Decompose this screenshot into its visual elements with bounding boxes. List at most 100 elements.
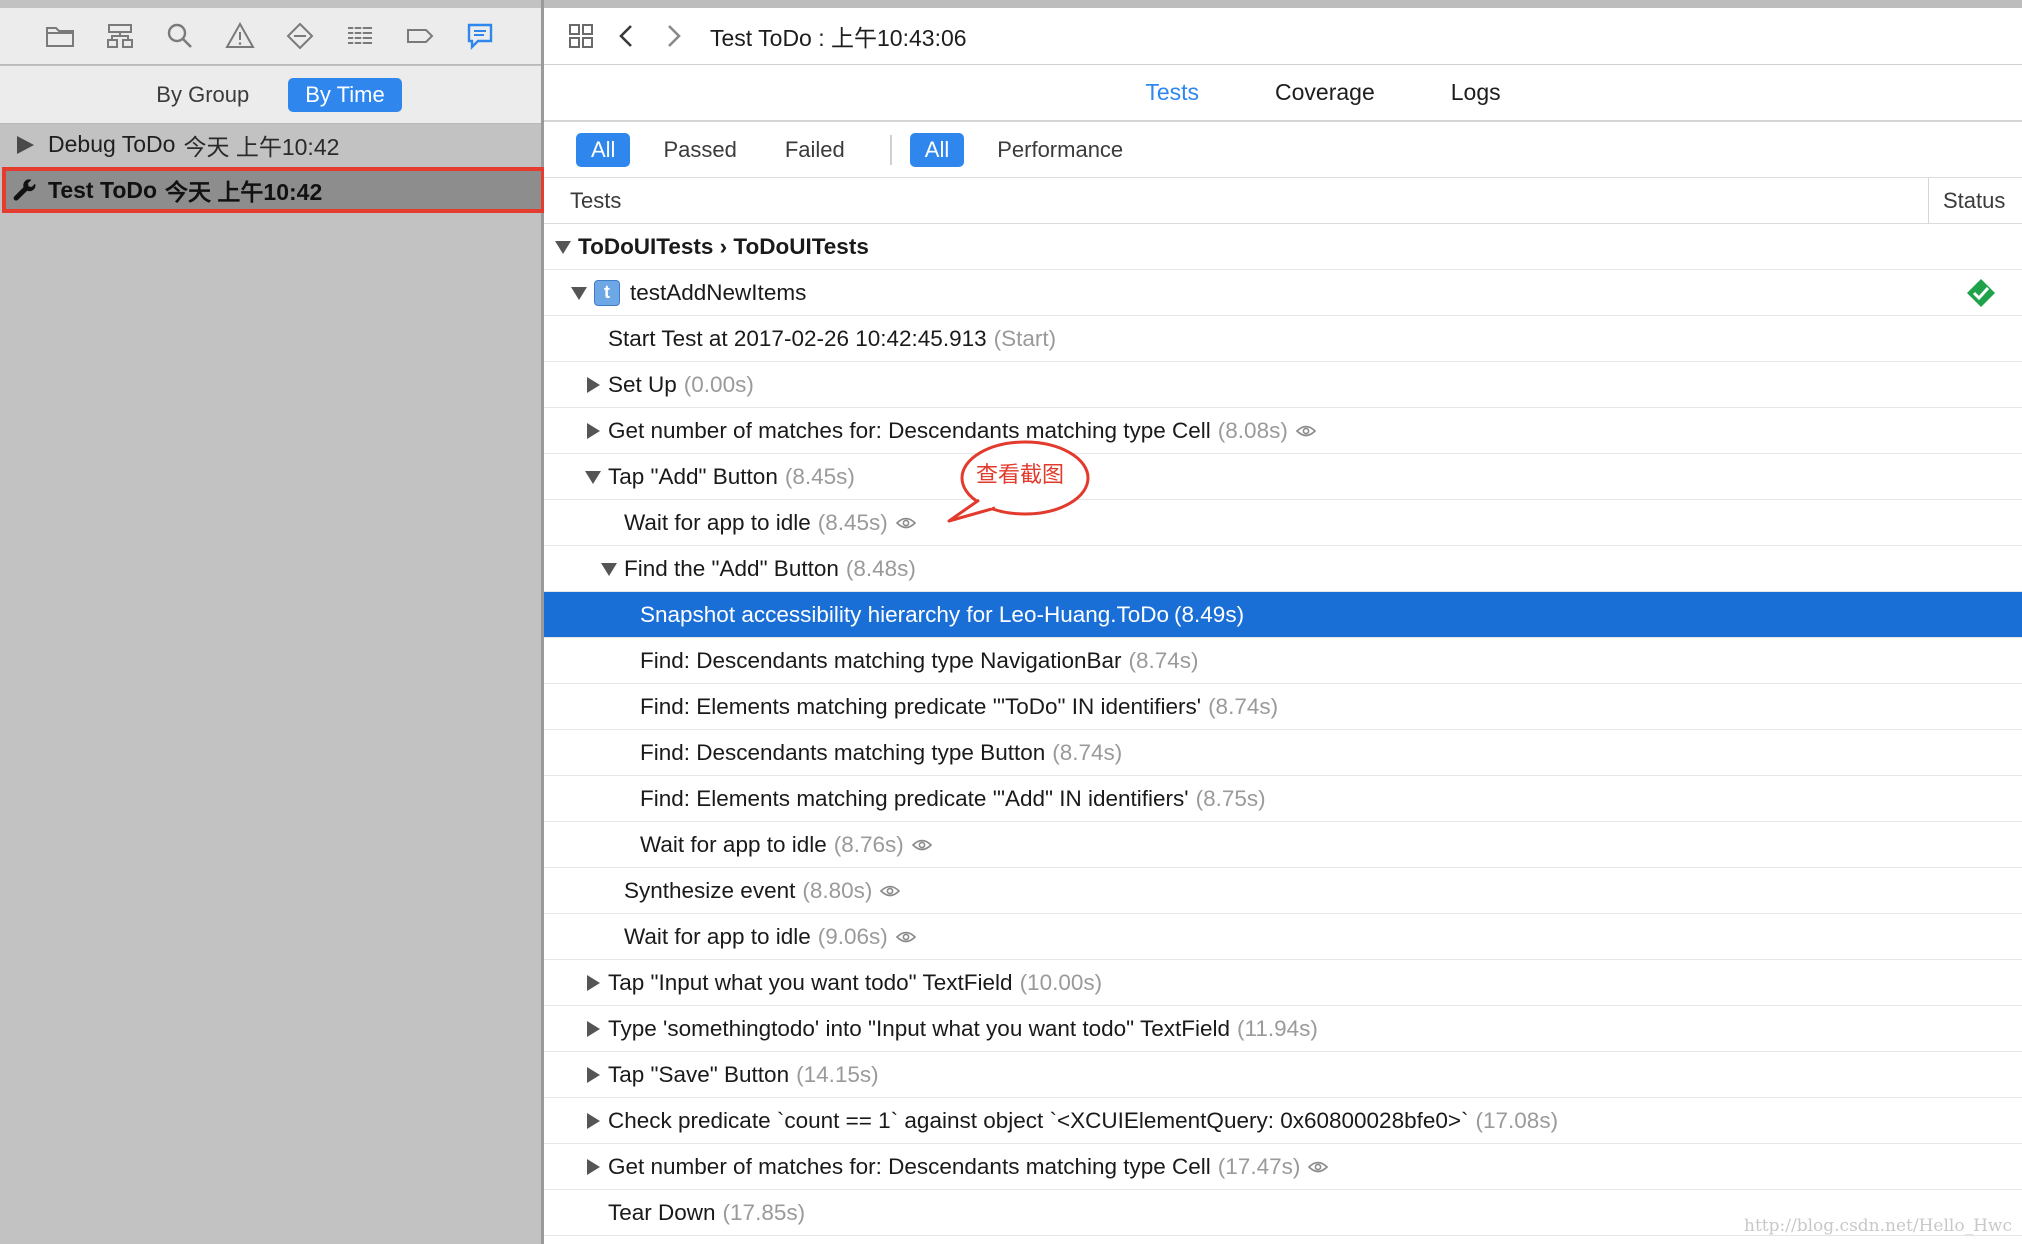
scope-divider [889, 134, 892, 165]
activity-row[interactable]: Start Test at 2017-02-26 10:42:45.913 (St… [544, 316, 2022, 362]
filter-all-results-button[interactable]: All [576, 132, 631, 167]
activity-title: Start Test at 2017-02-26 10:42:45.913 [608, 325, 987, 351]
related-items-grid-icon[interactable] [558, 16, 604, 56]
activity-row[interactable]: Tap "Save" Button (14.15s) [544, 1052, 2022, 1098]
search-icon[interactable] [150, 16, 210, 56]
column-tests-header[interactable]: Tests [544, 188, 621, 214]
activity-row[interactable]: Check predicate `count == 1` against obj… [544, 1098, 2022, 1144]
activity-duration: (Start) [993, 325, 1057, 351]
activity-duration: (10.00s) [1019, 969, 1103, 995]
filter-passed-button[interactable]: Passed [648, 133, 751, 167]
disclosure-collapsed-icon[interactable] [584, 974, 602, 992]
activity-row[interactable]: Tap "Input what you want todo" TextField… [544, 960, 2022, 1006]
activity-title: Wait for app to idle [624, 509, 811, 535]
activity-title: Find: Elements matching predicate '"Add"… [640, 785, 1189, 811]
by-group-button[interactable]: By Group [139, 78, 266, 112]
activity-duration: (8.74s) [1208, 693, 1279, 719]
back-chevron-icon[interactable] [604, 16, 650, 56]
quick-look-eye-icon[interactable] [1308, 1160, 1329, 1174]
report-list: Debug ToDo 今天 上午10:42 Test ToDo 今天 上午10:… [0, 124, 545, 213]
quick-look-eye-icon[interactable] [895, 930, 916, 944]
quick-look-eye-icon[interactable] [911, 838, 932, 852]
activity-row[interactable]: Find the "Add" Button (8.48s) [544, 546, 2022, 592]
activity-row[interactable]: Find: Descendants matching type Button (8… [544, 730, 2022, 776]
jump-bar: Test ToDo : 上午10:43:06 [544, 8, 2022, 65]
jump-bar-title[interactable]: Test ToDo : 上午10:43:06 [710, 19, 967, 53]
activity-title: Find the "Add" Button [624, 555, 839, 581]
disclosure-collapsed-icon[interactable] [584, 1020, 602, 1038]
activity-row[interactable]: Find: Elements matching predicate '"ToDo… [544, 684, 2022, 730]
activity-title: Tear Down [608, 1199, 716, 1225]
disclosure-expanded-icon[interactable] [600, 560, 618, 578]
report-tab-bar: Tests Coverage Logs [544, 65, 2022, 122]
activity-duration: (8.45s) [817, 509, 888, 535]
activity-row[interactable]: Get number of matches for: Descendants m… [544, 408, 2022, 454]
disclosure-collapsed-icon[interactable] [584, 1112, 602, 1130]
activity-row[interactable]: Wait for app to idle (8.76s) [544, 822, 2022, 868]
activity-row[interactable]: Set Up (0.00s) [544, 362, 2022, 408]
activity-duration: (8.74s) [1128, 647, 1199, 673]
activity-duration: (8.49s) [1174, 601, 1245, 627]
activity-row[interactable]: Get number of matches for: Descendants m… [544, 1144, 2022, 1190]
quick-look-eye-icon[interactable] [1295, 424, 1316, 438]
activity-duration: (11.94s) [1237, 1015, 1318, 1041]
activity-row[interactable]: t testAddNewItems [544, 270, 2022, 316]
activity-row[interactable]: ToDoUITests › ToDoUITests [544, 224, 2022, 270]
disclosure-collapsed-icon[interactable] [584, 1158, 602, 1176]
activity-row[interactable]: Find: Descendants matching type Navigati… [544, 638, 2022, 684]
filter-all-types-button[interactable]: All [909, 132, 965, 167]
activity-title: Tap "Input what you want todo" TextField [608, 969, 1013, 995]
activity-duration: (8.74s) [1052, 739, 1123, 765]
activity-row[interactable]: Snapshot accessibility hierarchy for Leo… [544, 592, 2022, 638]
activity-row[interactable]: Wait for app to idle (8.45s) [544, 500, 2022, 546]
activity-duration: (17.85s) [722, 1199, 806, 1225]
activity-title: Snapshot accessibility hierarchy for Leo… [640, 601, 1170, 627]
filter-performance-button[interactable]: Performance [982, 133, 1138, 167]
activity-duration: (8.75s) [1195, 785, 1266, 811]
quick-look-eye-icon[interactable] [880, 884, 901, 898]
report-item-test[interactable]: Test ToDo 今天 上午10:42 [2, 167, 545, 213]
list-debug-icon[interactable] [330, 16, 390, 56]
activity-row[interactable]: Type 'somethingtodo' into "Input what yo… [544, 1006, 2022, 1052]
report-bubble-icon[interactable] [450, 16, 510, 56]
report-item-debug[interactable]: Debug ToDo 今天 上午10:42 [0, 124, 541, 165]
tag-breakpoint-icon[interactable] [390, 16, 450, 56]
disclosure-collapsed-icon[interactable] [584, 422, 602, 440]
quick-look-eye-icon[interactable] [895, 516, 916, 530]
column-status-header[interactable]: Status [1928, 178, 2022, 224]
disclosure-collapsed-icon[interactable] [584, 376, 602, 394]
filter-failed-button[interactable]: Failed [770, 133, 860, 167]
report-item-name: Debug ToDo [48, 131, 176, 157]
activity-duration: (8.45s) [784, 463, 855, 489]
activity-title: Wait for app to idle [624, 923, 811, 949]
diamond-test-icon[interactable] [270, 16, 330, 56]
activity-title: Set Up [608, 371, 677, 397]
activity-row[interactable]: Find: Elements matching predicate '"Add"… [544, 776, 2022, 822]
disclosure-expanded-icon[interactable] [584, 468, 602, 486]
activity-title: Find: Descendants matching type Navigati… [640, 647, 1122, 673]
tab-coverage[interactable]: Coverage [1275, 79, 1375, 106]
test-report-editor: Test ToDo : 上午10:43:06 Tests Coverage Lo… [544, 8, 2022, 1244]
wrench-icon [13, 179, 36, 201]
activity-row[interactable]: Wait for app to idle (9.06s) [544, 914, 2022, 960]
hierarchy-icon[interactable] [90, 16, 150, 56]
activity-title: Tap "Add" Button [608, 463, 778, 489]
disclosure-expanded-icon[interactable] [570, 284, 588, 302]
disclosure-collapsed-icon[interactable] [584, 1066, 602, 1084]
test-passed-icon [1967, 279, 1995, 307]
activity-title: Find: Elements matching predicate '"ToDo… [640, 693, 1202, 719]
activity-duration: (17.08s) [1475, 1107, 1559, 1133]
tab-tests[interactable]: Tests [1145, 79, 1199, 106]
forward-chevron-icon[interactable] [650, 16, 696, 56]
activity-title: testAddNewItems [630, 279, 807, 305]
activity-row[interactable]: Tap "Add" Button (8.45s) [544, 454, 2022, 500]
warning-icon[interactable] [210, 16, 270, 56]
activity-duration: (8.08s) [1217, 417, 1288, 443]
disclosure-expanded-icon[interactable] [554, 238, 572, 256]
activity-duration: (9.06s) [817, 923, 888, 949]
folder-icon[interactable] [30, 16, 90, 56]
by-time-button[interactable]: By Time [288, 77, 402, 112]
activity-row[interactable]: Synthesize event (8.80s) [544, 868, 2022, 914]
activity-title: Synthesize event [624, 877, 796, 903]
tab-logs[interactable]: Logs [1451, 79, 1501, 106]
